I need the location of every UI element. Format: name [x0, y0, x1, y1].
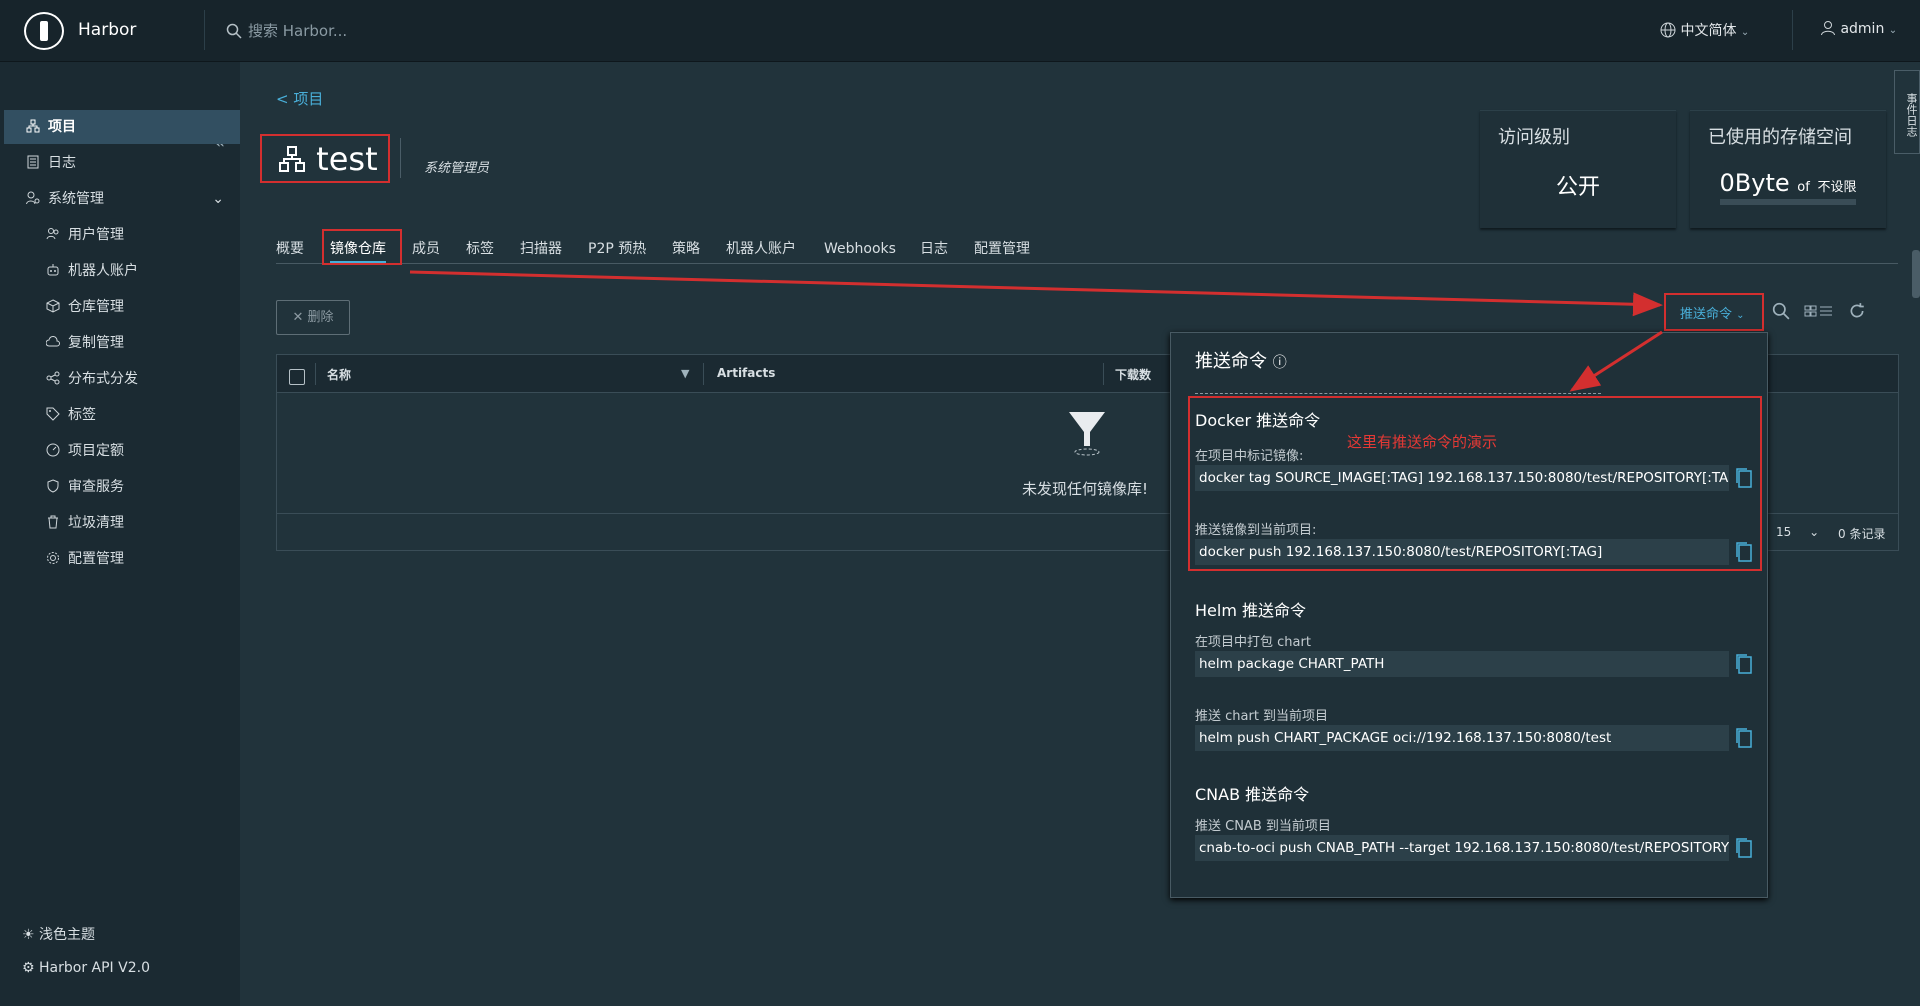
annotation-arrows: [409, 270, 1663, 392]
annotation-arrow: [1569, 330, 1663, 392]
event-log-tab[interactable]: 事件日志: [1894, 70, 1920, 154]
annotation-arrow: [409, 270, 1663, 317]
scrollbar[interactable]: [1912, 250, 1920, 298]
